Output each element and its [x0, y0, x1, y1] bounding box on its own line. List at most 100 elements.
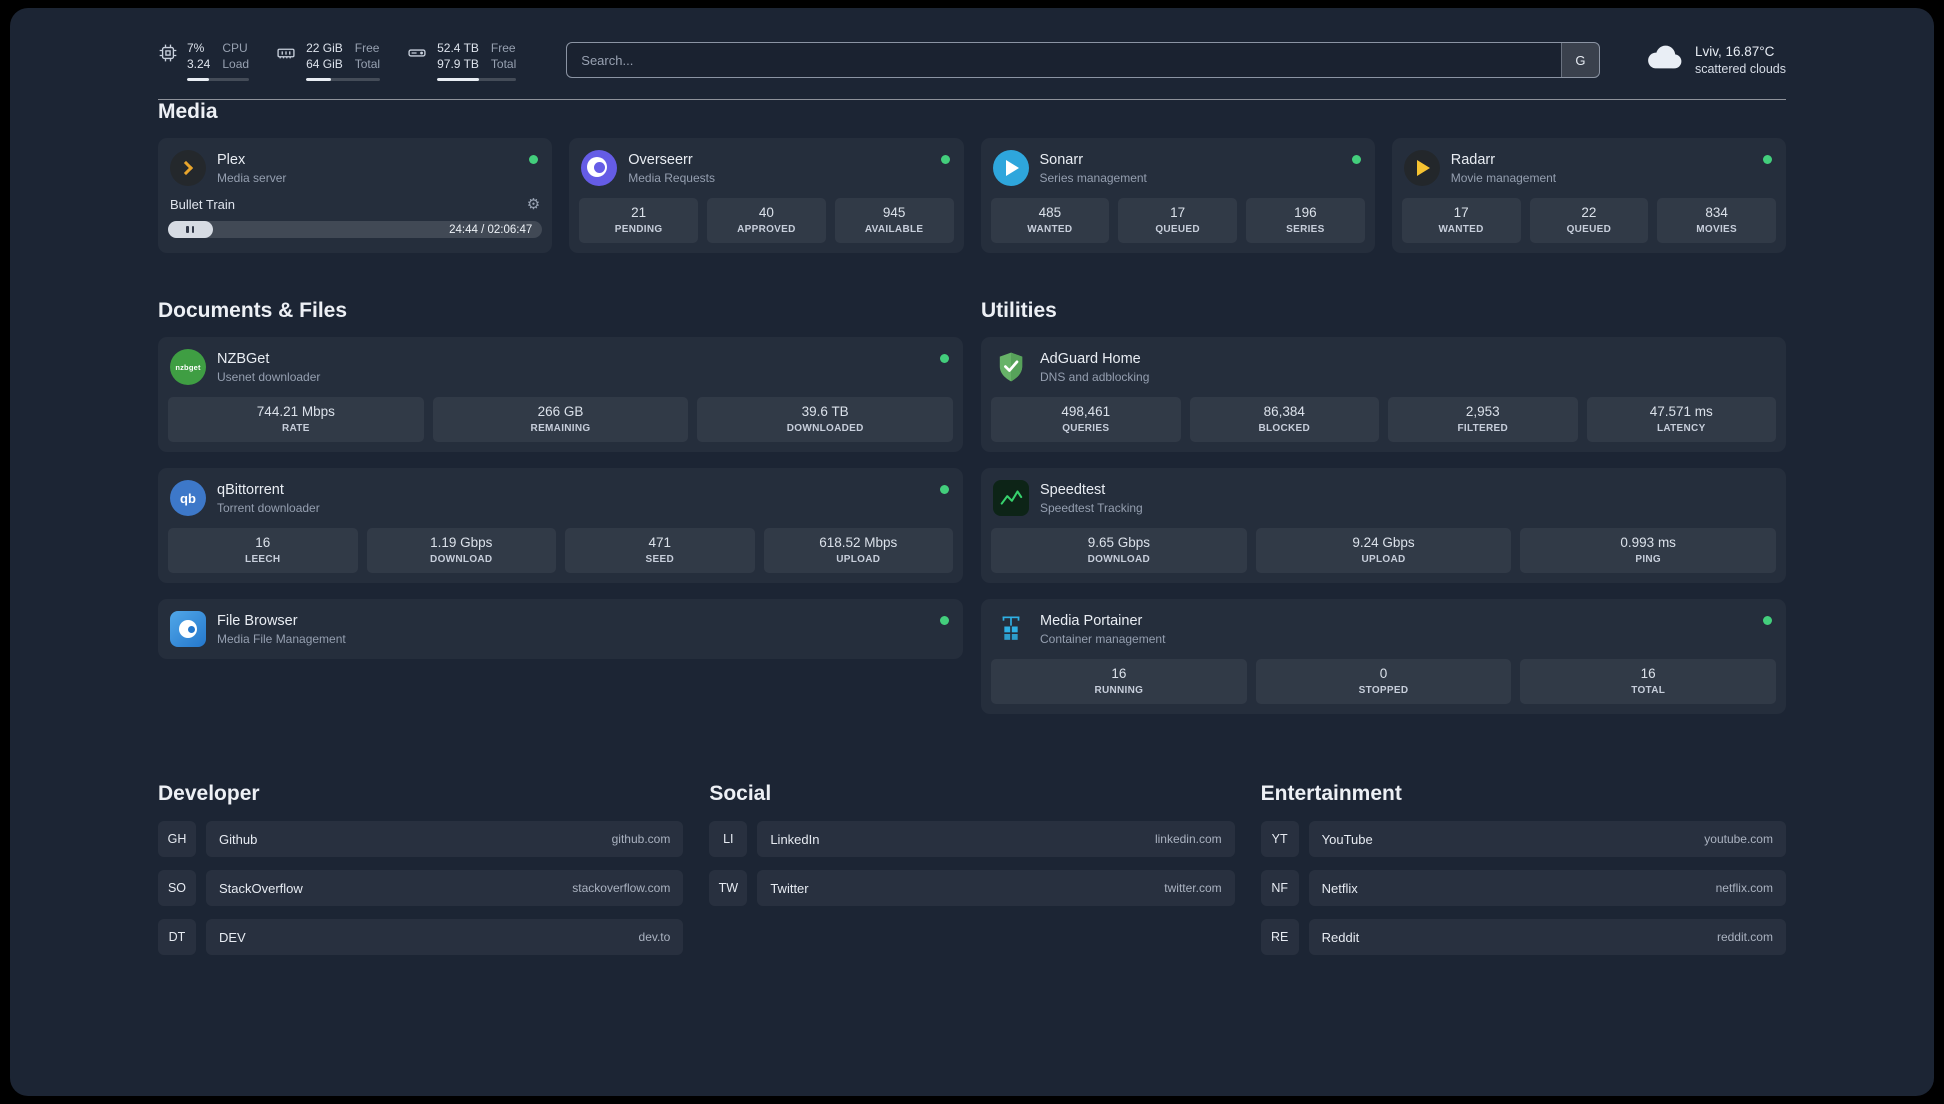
stat-value: 16: [1111, 666, 1127, 681]
stat-label: LEECH: [245, 554, 281, 565]
bookmark-stackoverflow[interactable]: SO StackOverflow stackoverflow.com: [158, 870, 684, 906]
service-name: NZBGet: [217, 350, 270, 367]
stat-block: 40 APPROVED: [707, 198, 826, 243]
service-subtitle: Container management: [1040, 631, 1166, 646]
section-title-entertainment: Entertainment: [1260, 782, 1402, 805]
stat-label: DOWNLOAD: [1087, 554, 1151, 565]
stat-value: 471: [648, 535, 672, 550]
search-input[interactable]: [566, 42, 1600, 78]
stat-block: 17 QUEUED: [1118, 198, 1237, 243]
status-dot: [1763, 155, 1772, 164]
dev-icon: DT: [158, 919, 196, 955]
bookmark-linkedin[interactable]: LI LinkedIn linkedin.com: [709, 821, 1235, 857]
stat-label: QUERIES: [1062, 423, 1110, 434]
section-title-utilities: Utilities: [981, 299, 1057, 322]
pause-button[interactable]: [168, 221, 213, 238]
service-card-radarr[interactable]: Radarr Movie management 17 WANTED 22 QUE…: [1391, 138, 1786, 253]
service-card-qbittorrent[interactable]: qb qBittorrent Torrent downloader 16 LEE…: [158, 468, 963, 583]
bookmark-name: YouTube: [1321, 831, 1373, 847]
dashboard-panel: 7% 3.24 CPU Load 22 GiB 64 GiB Free Tota…: [10, 8, 1934, 1096]
service-name: Speedtest: [1040, 481, 1106, 498]
bookmark-name: LinkedIn: [770, 831, 820, 847]
media-card-grid: Plex Media server Bullet Train ⚙ 24:44 /…: [158, 138, 1786, 253]
stat-label: QUEUED: [1566, 224, 1612, 235]
stat-block: 498,461 QUERIES: [991, 397, 1181, 442]
bookmark-group-developer: Developer GH Github github.com SO StackO…: [158, 782, 684, 968]
status-dot: [940, 485, 949, 494]
cpu-load-value: 3.24: [187, 57, 211, 71]
bookmark-name: DEV: [219, 929, 246, 945]
bookmark-domain: twitter.com: [1164, 881, 1222, 895]
disk-free-value: 52.4 TB: [437, 41, 479, 55]
playback-progress-track: 24:44 / 02:06:47: [168, 221, 543, 238]
bookmark-reddit[interactable]: RE Reddit reddit.com: [1260, 919, 1786, 955]
service-subtitle: Media File Management: [217, 631, 346, 646]
stat-block: 16 TOTAL: [1520, 659, 1777, 704]
gear-icon[interactable]: ⚙: [527, 197, 540, 212]
playback-time: 24:44 / 02:06:47: [449, 223, 533, 236]
service-card-adguard[interactable]: AdGuard Home DNS and adblocking 498,461 …: [981, 337, 1786, 452]
bookmark-netflix[interactable]: NF Netflix netflix.com: [1260, 870, 1786, 906]
bookmark-youtube[interactable]: YT YouTube youtube.com: [1260, 821, 1786, 857]
stat-value: 945: [882, 205, 906, 220]
stat-value: 16: [255, 535, 271, 550]
disk-total-label: Total: [490, 57, 517, 71]
stat-label: QUEUED: [1155, 224, 1200, 235]
bookmark-group-entertainment: Entertainment YT YouTube youtube.com NF …: [1260, 782, 1786, 968]
utilities-column: Utilities AdGuard Home DNS and adblockin…: [981, 299, 1786, 730]
stat-label: STOPPED: [1358, 685, 1409, 696]
service-subtitle: Movie management: [1450, 170, 1557, 185]
bookmark-dev[interactable]: DT DEV dev.to: [158, 919, 684, 955]
status-dot: [940, 155, 950, 164]
bookmark-github[interactable]: GH Github github.com: [158, 821, 684, 857]
bookmark-domain: youtube.com: [1704, 832, 1773, 846]
bookmark-group-social: Social LI LinkedIn linkedin.com TW Twitt…: [709, 782, 1235, 968]
twitter-icon: TW: [709, 870, 748, 906]
service-subtitle: Media server: [217, 170, 287, 185]
stat-label: SERIES: [1286, 224, 1325, 235]
stackoverflow-icon: SO: [158, 870, 196, 906]
search-engine-button[interactable]: G: [1560, 43, 1599, 77]
section-title-documents: Documents & Files: [158, 299, 348, 322]
memory-progress-bar: [306, 78, 381, 81]
stat-label: RUNNING: [1094, 685, 1144, 696]
linkedin-icon: LI: [709, 821, 748, 857]
service-card-overseerr[interactable]: Overseerr Media Requests 21 PENDING 40 A…: [569, 138, 964, 253]
stat-value: 17: [1453, 205, 1469, 220]
status-dot: [1351, 155, 1361, 164]
now-playing-title: Bullet Train: [170, 197, 236, 212]
memory-free-value: 22 GiB: [306, 41, 343, 55]
speedtest-icon: [993, 480, 1029, 516]
plex-icon: [170, 150, 206, 186]
stat-value: 9.24 Gbps: [1352, 535, 1415, 550]
stat-label: UPLOAD: [836, 554, 881, 565]
service-card-sonarr[interactable]: Sonarr Series management 485 WANTED 17 Q…: [980, 138, 1375, 253]
cpu-usage-value: 7%: [187, 41, 205, 55]
service-name: AdGuard Home: [1040, 350, 1141, 367]
stat-label: FILTERED: [1457, 423, 1509, 434]
service-card-speedtest[interactable]: Speedtest Speedtest Tracking 9.65 Gbps D…: [981, 468, 1786, 583]
reddit-icon: RE: [1260, 919, 1299, 955]
service-card-nzbget[interactable]: nzbget NZBGet Usenet downloader 744.21 M…: [158, 337, 963, 452]
disk-widget: 52.4 TB 97.9 TB Free Total: [406, 40, 517, 81]
service-name: Sonarr: [1039, 151, 1084, 168]
cpu-progress-bar: [187, 78, 250, 81]
stat-block: 945 AVAILABLE: [834, 198, 954, 243]
stat-block: 39.6 TB DOWNLOADED: [697, 397, 954, 442]
service-name: Overseerr: [628, 151, 693, 168]
bookmark-name: Github: [219, 831, 258, 847]
service-card-plex[interactable]: Plex Media server Bullet Train ⚙ 24:44 /…: [158, 138, 553, 253]
stat-value: 17: [1170, 205, 1186, 220]
service-card-portainer[interactable]: Media Portainer Container management 16 …: [981, 599, 1786, 714]
bookmark-name: Netflix: [1321, 880, 1358, 896]
stat-value: 39.6 TB: [801, 404, 849, 419]
memory-widget: 22 GiB 64 GiB Free Total: [275, 40, 381, 81]
bookmark-domain: linkedin.com: [1154, 832, 1222, 846]
stat-label: REMAINING: [530, 423, 591, 434]
stat-block: 618.52 Mbps UPLOAD: [763, 528, 953, 573]
stat-block: 485 WANTED: [990, 198, 1110, 243]
service-card-filebrowser[interactable]: File Browser Media File Management: [158, 599, 963, 659]
service-subtitle: DNS and adblocking: [1040, 369, 1150, 384]
bookmark-twitter[interactable]: TW Twitter twitter.com: [709, 870, 1235, 906]
stat-block: 744.21 Mbps RATE: [168, 397, 424, 442]
